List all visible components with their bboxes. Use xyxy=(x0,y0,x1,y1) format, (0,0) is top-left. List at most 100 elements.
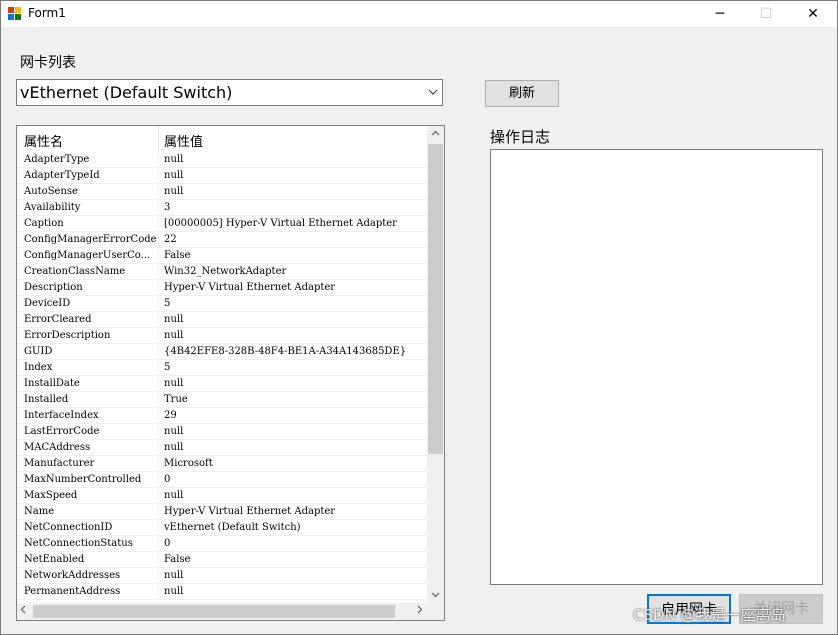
property-name-cell[interactable]: MaxNumberControlled xyxy=(24,474,158,485)
property-value-cell[interactable]: Hyper-V Virtual Ethernet Adapter xyxy=(164,282,426,293)
scroll-left-icon[interactable] xyxy=(20,603,26,620)
property-value-cell[interactable]: null xyxy=(164,314,426,325)
table-row[interactable]: NetEnabled False xyxy=(17,552,427,568)
property-value-cell[interactable]: {4B42EFE8-328B-48F4-BE1A-A34A143685DE} xyxy=(164,346,426,357)
vertical-scroll-thumb[interactable] xyxy=(428,144,443,454)
property-name-cell[interactable]: MACAddress xyxy=(24,442,158,453)
property-name-cell[interactable]: GUID xyxy=(24,346,158,357)
column-header-value[interactable]: 属性值 xyxy=(164,131,203,150)
property-value-cell[interactable]: 5 xyxy=(164,362,426,373)
property-name-cell[interactable]: Description xyxy=(24,282,158,293)
table-row[interactable]: InstallDate null xyxy=(17,376,427,392)
property-value-cell[interactable]: 5 xyxy=(164,298,426,309)
table-row[interactable]: AdapterType null xyxy=(17,152,427,168)
property-value-cell[interactable]: False xyxy=(164,250,426,261)
chevron-down-icon[interactable] xyxy=(428,85,438,99)
property-value-cell[interactable]: 3 xyxy=(164,202,426,213)
property-name-cell[interactable]: InterfaceIndex xyxy=(24,410,158,421)
scroll-right-icon[interactable] xyxy=(417,603,423,620)
scroll-up-icon[interactable] xyxy=(427,128,444,139)
property-value-cell[interactable]: null xyxy=(164,570,426,581)
property-name-cell[interactable]: Caption xyxy=(24,218,158,229)
table-row[interactable]: GUID {4B42EFE8-328B-48F4-BE1A-A34A143685D… xyxy=(17,344,427,360)
property-name-cell[interactable]: Name xyxy=(24,506,158,517)
table-row[interactable]: CreationClassName Win32_NetworkAdapter xyxy=(17,264,427,280)
property-value-cell[interactable]: False xyxy=(164,554,426,565)
table-row[interactable]: ConfigManagerErrorCode 22 xyxy=(17,232,427,248)
table-row[interactable]: AdapterTypeId null xyxy=(17,168,427,184)
property-name-cell[interactable]: AdapterType xyxy=(24,154,158,165)
minimize-icon[interactable]: ─ xyxy=(697,1,743,27)
property-value-cell[interactable]: null xyxy=(164,378,426,389)
property-name-cell[interactable]: Availability xyxy=(24,202,158,213)
table-row[interactable]: PermanentAddress null xyxy=(17,584,427,600)
table-row[interactable]: Availability 3 xyxy=(17,200,427,216)
property-name-cell[interactable]: Manufacturer xyxy=(24,458,158,469)
property-value-cell[interactable]: null xyxy=(164,154,426,165)
table-row[interactable]: MaxSpeed null xyxy=(17,488,427,504)
property-name-cell[interactable]: ConfigManagerUserCo... xyxy=(24,250,158,261)
properties-grid[interactable]: 属性名 属性值 AdapterType null AdapterTypeId null… xyxy=(16,125,445,621)
table-row[interactable]: NetConnectionStatus 0 xyxy=(17,536,427,552)
property-name-cell[interactable]: ErrorCleared xyxy=(24,314,158,325)
property-value-cell[interactable]: Hyper-V Virtual Ethernet Adapter xyxy=(164,506,426,517)
adapter-combobox[interactable]: vEthernet (Default Switch) xyxy=(16,79,443,106)
property-name-cell[interactable]: DeviceID xyxy=(24,298,158,309)
scroll-down-icon[interactable] xyxy=(427,590,444,601)
property-name-cell[interactable]: LastErrorCode xyxy=(24,426,158,437)
property-value-cell[interactable]: null xyxy=(164,426,426,437)
title-bar[interactable]: Form1 ─ ☐ ✕ xyxy=(1,1,837,27)
property-value-cell[interactable]: null xyxy=(164,170,426,181)
table-row[interactable]: LastErrorCode null xyxy=(17,424,427,440)
table-row[interactable]: ConfigManagerUserCo... False xyxy=(17,248,427,264)
table-row[interactable]: NetConnectionID vEthernet (Default Switch… xyxy=(17,520,427,536)
table-row[interactable]: AutoSense null xyxy=(17,184,427,200)
property-name-cell[interactable]: ErrorDescription xyxy=(24,330,158,341)
property-value-cell[interactable]: Win32_NetworkAdapter xyxy=(164,266,426,277)
property-value-cell[interactable]: True xyxy=(164,394,426,405)
property-value-cell[interactable]: 0 xyxy=(164,474,426,485)
property-value-cell[interactable]: vEthernet (Default Switch) xyxy=(164,522,426,533)
property-name-cell[interactable]: NetEnabled xyxy=(24,554,158,565)
table-row[interactable]: MACAddress null xyxy=(17,440,427,456)
property-name-cell[interactable]: NetConnectionID xyxy=(24,522,158,533)
table-row[interactable]: Installed True xyxy=(17,392,427,408)
property-value-cell[interactable]: null xyxy=(164,442,426,453)
table-row[interactable]: Description Hyper-V Virtual Ethernet Adap… xyxy=(17,280,427,296)
property-name-cell[interactable]: AutoSense xyxy=(24,186,158,197)
property-name-cell[interactable]: CreationClassName xyxy=(24,266,158,277)
property-name-cell[interactable]: ConfigManagerErrorCode xyxy=(24,234,158,245)
property-value-cell[interactable]: 0 xyxy=(164,538,426,549)
property-name-cell[interactable]: AdapterTypeId xyxy=(24,170,158,181)
table-row[interactable]: MaxNumberControlled 0 xyxy=(17,472,427,488)
property-name-cell[interactable]: MaxSpeed xyxy=(24,490,158,501)
property-value-cell[interactable]: [00000005] Hyper-V Virtual Ethernet Adap… xyxy=(164,218,426,229)
property-name-cell[interactable]: Index xyxy=(24,362,158,373)
close-icon[interactable]: ✕ xyxy=(790,1,836,27)
table-row[interactable]: ErrorDescription null xyxy=(17,328,427,344)
table-row[interactable]: InterfaceIndex 29 xyxy=(17,408,427,424)
horizontal-scrollbar[interactable] xyxy=(17,603,427,620)
table-row[interactable]: Name Hyper-V Virtual Ethernet Adapter xyxy=(17,504,427,520)
table-row[interactable]: Caption [00000005] Hyper-V Virtual Ethern… xyxy=(17,216,427,232)
table-row[interactable]: ErrorCleared null xyxy=(17,312,427,328)
table-row[interactable]: Manufacturer Microsoft xyxy=(17,456,427,472)
table-row[interactable]: DeviceID 5 xyxy=(17,296,427,312)
property-value-cell[interactable]: null xyxy=(164,490,426,501)
property-value-cell[interactable]: null xyxy=(164,186,426,197)
horizontal-scroll-thumb[interactable] xyxy=(33,605,395,618)
column-header-name[interactable]: 属性名 xyxy=(24,131,63,150)
property-value-cell[interactable]: null xyxy=(164,586,426,597)
property-name-cell[interactable]: InstallDate xyxy=(24,378,158,389)
property-value-cell[interactable]: null xyxy=(164,330,426,341)
property-name-cell[interactable]: NetConnectionStatus xyxy=(24,538,158,549)
property-value-cell[interactable]: 22 xyxy=(164,234,426,245)
property-name-cell[interactable]: Installed xyxy=(24,394,158,405)
property-name-cell[interactable]: PermanentAddress xyxy=(24,586,158,597)
table-row[interactable]: Index 5 xyxy=(17,360,427,376)
vertical-scrollbar[interactable] xyxy=(427,126,444,603)
table-row[interactable]: NetworkAddresses null xyxy=(17,568,427,584)
log-textbox[interactable] xyxy=(490,149,823,585)
refresh-button[interactable]: 刷新 xyxy=(485,80,559,107)
property-value-cell[interactable]: Microsoft xyxy=(164,458,426,469)
